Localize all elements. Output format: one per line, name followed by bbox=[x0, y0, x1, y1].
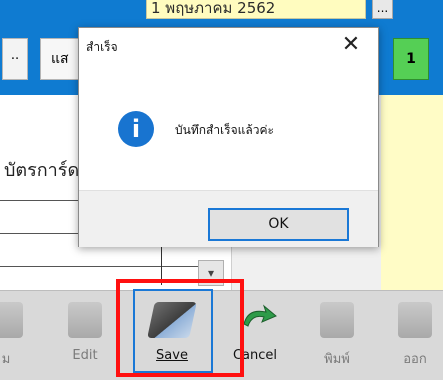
annotation-highlight-box bbox=[116, 279, 244, 377]
toolbar-button-label: ออก bbox=[403, 352, 427, 367]
print-button[interactable]: พิมพ์ bbox=[307, 296, 367, 372]
date-field[interactable]: 1 พฤษภาคม 2562 bbox=[146, 0, 366, 19]
info-icon: i bbox=[118, 111, 154, 147]
printer-icon bbox=[320, 302, 354, 338]
form-divider bbox=[0, 266, 200, 267]
edit-icon bbox=[68, 302, 102, 338]
toolbar-button-first[interactable]: ม bbox=[0, 296, 36, 372]
exit-icon bbox=[398, 302, 432, 338]
toolbar-button-label: ม bbox=[1, 352, 11, 367]
counter-badge: 1 bbox=[393, 38, 429, 80]
card-label: บัตรการ์ด bbox=[4, 160, 80, 181]
dialog-title: สำเร็จ bbox=[86, 40, 118, 54]
toolbar-button-label: Edit bbox=[72, 348, 98, 363]
dialog-message: บันทึกสำเร็จแล้วค่ะ bbox=[175, 123, 274, 137]
close-icon[interactable]: ✕ bbox=[338, 33, 364, 59]
exit-button[interactable]: ออก bbox=[385, 296, 443, 372]
yellow-panel bbox=[381, 95, 443, 295]
date-picker-button[interactable]: ... bbox=[372, 0, 393, 19]
toolbar-button-label: พิมพ์ bbox=[324, 352, 350, 367]
document-icon bbox=[0, 302, 23, 338]
browse-button[interactable]: .. bbox=[2, 38, 28, 80]
edit-button[interactable]: Edit bbox=[55, 296, 115, 372]
ok-button[interactable]: OK bbox=[208, 208, 349, 241]
